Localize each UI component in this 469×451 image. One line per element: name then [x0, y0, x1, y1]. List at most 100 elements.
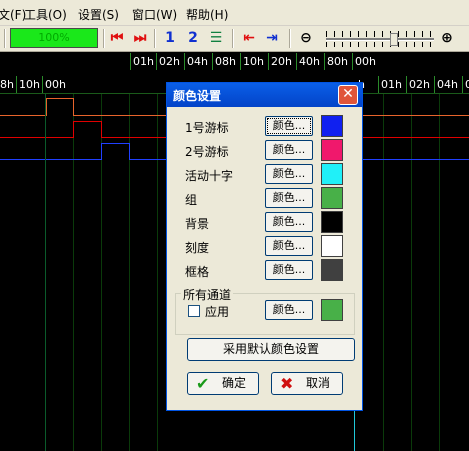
cursor-1-icon[interactable]: 1 [161, 29, 179, 47]
trace-segment [46, 98, 47, 116]
ruler-tick: 10h [240, 53, 266, 70]
ruler-tick: 00h [42, 76, 68, 93]
ruler-tick: 80h [324, 53, 350, 70]
slider-ticks [326, 31, 434, 37]
trace-segment [46, 98, 73, 99]
ruler-tick: 40h [296, 53, 322, 70]
trace-segment [0, 159, 101, 160]
apply-all-checkbox[interactable] [188, 305, 200, 317]
menu-bar: 文(F) 工具(O) 设置(S) 窗口(W) 帮助(H) [0, 0, 469, 26]
move-right-icon[interactable]: ⇥ [263, 29, 281, 47]
cursor-1-color-swatch [321, 115, 343, 137]
trace-segment [101, 137, 167, 138]
dialog-titlebar[interactable]: 颜色设置 ✕ [167, 83, 362, 107]
trace-segment [363, 137, 469, 138]
ruler-tick: 00h [352, 53, 378, 70]
ok-button-label: 确定 [222, 376, 247, 390]
scale-color-swatch [321, 235, 343, 257]
menu-tools[interactable]: 工具(O) [24, 6, 67, 23]
label-group: 组 [185, 193, 198, 207]
menu-help[interactable]: 帮助(H) [186, 6, 228, 23]
slider-ticks [326, 42, 434, 47]
grid-color-button[interactable]: 颜色... [265, 260, 313, 280]
toolbar-separator [154, 29, 156, 48]
all-channels-color-button[interactable]: 颜色... [265, 300, 313, 320]
color-settings-dialog: 颜色设置 ✕ 1号游标 颜色... 2号游标 颜色... 活动十字标 颜色...… [166, 82, 363, 411]
label-background: 背景 [185, 217, 210, 231]
ruler-tick: 04h [184, 53, 210, 70]
all-channels-group-label: 所有通道 [181, 286, 234, 303]
grid-line [439, 94, 440, 451]
apply-all-label[interactable]: 应用 [205, 303, 229, 320]
zoom-in-icon[interactable]: ⊕ [438, 29, 456, 47]
toolbar-separator [103, 29, 105, 48]
ruler-tick: 08h [462, 76, 469, 93]
cursor-2-icon[interactable]: 2 [184, 29, 202, 47]
cursor-1-color-button[interactable]: 颜色... [265, 116, 313, 136]
close-icon[interactable]: ✕ [338, 85, 358, 105]
trace-segment [101, 143, 102, 160]
trace-segment [73, 121, 74, 138]
zoom-level-display[interactable]: 100% [10, 28, 98, 48]
use-default-colors-button[interactable]: 采用默认颜色设置 [187, 338, 355, 361]
label-cursor-1: 1号游标 [185, 121, 229, 135]
trace-segment [73, 121, 101, 122]
label-active-crosshair: 活动十字标 [185, 169, 233, 183]
trace-segment [0, 115, 46, 116]
slider-thumb[interactable] [390, 33, 398, 46]
active-crosshair-color-button[interactable]: 颜色... [265, 164, 313, 184]
ruler-tick: 20h [268, 53, 294, 70]
group-color-swatch [321, 187, 343, 209]
time-ruler-left: 8h 10h 00h [0, 76, 168, 93]
grid-line [73, 94, 74, 451]
ok-button[interactable]: ✔ 确定 [187, 372, 259, 395]
ruler-tick: 02h [156, 53, 182, 70]
trace-segment [73, 115, 167, 116]
zoom-out-icon[interactable]: ⊖ [297, 29, 315, 47]
jump-end-icon[interactable]: ⏭ [131, 29, 149, 47]
background-color-button[interactable]: 颜色... [265, 212, 313, 232]
ruler-tick: 01h [378, 76, 404, 93]
scale-color-button[interactable]: 颜色... [265, 236, 313, 256]
move-left-icon[interactable]: ⇤ [240, 29, 258, 47]
cursor-2-color-swatch [321, 139, 343, 161]
menu-settings[interactable]: 设置(S) [78, 6, 119, 23]
trace-segment [101, 121, 102, 138]
checkmark-icon: ✔ [196, 374, 210, 393]
trace-segment [363, 115, 469, 116]
grid-color-swatch [321, 259, 343, 281]
ruler-tick: 04h [434, 76, 460, 93]
time-ruler-top: 01h 02h 04h 08h 10h 20h 40h 80h 00h [130, 53, 469, 70]
trace-segment [0, 137, 73, 138]
menu-file[interactable]: 文(F) [0, 6, 26, 23]
ruler-tick: 01h [130, 53, 156, 70]
ruler-tick: 02h [406, 76, 432, 93]
cursor-2-color-button[interactable]: 颜色... [265, 140, 313, 160]
label-scale: 刻度 [185, 241, 210, 255]
menu-window[interactable]: 窗口(W) [132, 6, 177, 23]
zoom-slider[interactable] [326, 31, 434, 47]
toolbar-separator [232, 29, 234, 48]
active-crosshair-color-swatch [321, 163, 343, 185]
cancel-button[interactable]: ✖ 取消 [271, 372, 343, 395]
all-channels-color-swatch [321, 299, 343, 321]
background-color-swatch [321, 211, 343, 233]
cursor-line[interactable] [45, 94, 46, 451]
ruler-tick: 8h [0, 78, 14, 91]
group-color-button[interactable]: 颜色... [265, 188, 313, 208]
slider-track [326, 38, 434, 41]
trace-segment [129, 159, 167, 160]
jump-start-icon[interactable]: ⏮ [108, 29, 126, 47]
toolbar-separator [4, 29, 6, 48]
grid-line [383, 94, 384, 451]
label-grid: 框格 [185, 265, 210, 279]
trace-segment [101, 143, 129, 144]
ruler-tick: 10h [16, 76, 42, 93]
cancel-x-icon: ✖ [280, 374, 294, 393]
ruler-tick: 08h [212, 53, 238, 70]
toolbar: 100% ⏮ ⏭ 1 2 ☰ ⇤ ⇥ ⊖ ⊕ [0, 26, 469, 52]
trace-segment [129, 143, 130, 160]
cancel-button-label: 取消 [306, 376, 331, 390]
time-ruler-right: h 01h 02h 04h 08h [356, 76, 469, 93]
channel-icon[interactable]: ☰ [207, 29, 225, 47]
